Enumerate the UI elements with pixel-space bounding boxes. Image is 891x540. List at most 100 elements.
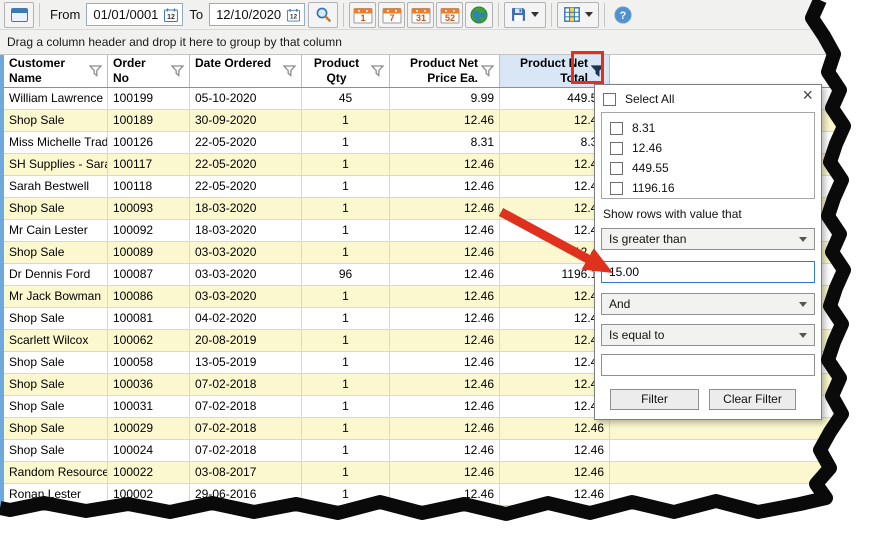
cell-date-ordered: 03-03-2020 (190, 264, 302, 285)
cell-product-qty: 1 (302, 484, 390, 505)
cell-customer-name: Shop Sale (4, 418, 108, 439)
filter-button[interactable]: Filter (610, 389, 699, 410)
condition1-dropdown[interactable]: Is greater than (601, 228, 815, 250)
table-row[interactable]: Ronan Lester10000229-06-2016112.4612.46 (4, 484, 860, 506)
save-button[interactable] (504, 2, 546, 28)
cell-date-ordered: 03-08-2017 (190, 462, 302, 483)
cell-product-net-price: 12.46 (390, 352, 500, 373)
condition2-dropdown[interactable]: Is equal to (601, 324, 815, 346)
column-header-order-no[interactable]: OrderNo (108, 55, 190, 87)
cell-customer-name: Miss Michelle Trade (4, 132, 108, 153)
cell-product-qty: 1 (302, 308, 390, 329)
cell-product-qty: 1 (302, 330, 390, 351)
column-header-product-qty[interactable]: ProductQty (302, 55, 390, 87)
cell-date-ordered: 22-05-2020 (190, 154, 302, 175)
filter-value-option: 1196.16 (602, 178, 814, 198)
cell-order-no: 100024 (108, 440, 190, 461)
cell-order-no: 100086 (108, 286, 190, 307)
cell-product-net-price: 12.46 (390, 374, 500, 395)
close-icon[interactable]: × (802, 86, 813, 104)
cell-product-qty: 1 (302, 132, 390, 153)
filter-funnel-icon[interactable] (371, 65, 384, 77)
value-label: 8.31 (632, 121, 655, 135)
to-date-value: 12/10/2020 (216, 7, 281, 22)
cell-order-no: 100189 (108, 110, 190, 131)
cell-product-net-total (500, 506, 610, 527)
period-month-button[interactable]: 31 (407, 2, 434, 28)
grid-dropdown-arrow-icon[interactable] (585, 12, 593, 17)
cell-product-qty: 1 (302, 352, 390, 373)
period-week-button[interactable]: 7 (378, 2, 405, 28)
cell-product-qty: 1 (302, 286, 390, 307)
search-button[interactable] (308, 2, 338, 28)
cell-date-ordered: 22-05-2020 (190, 176, 302, 197)
filter-funnel-icon[interactable] (89, 65, 102, 77)
group-by-bar[interactable]: Drag a column header and drop it here to… (0, 30, 891, 55)
logic-dropdown[interactable]: And (601, 293, 815, 315)
calendar-day-icon: 1 (353, 5, 373, 24)
value-label: 12.46 (632, 141, 662, 155)
column-header-date-ordered[interactable]: Date Ordered (190, 55, 302, 87)
period-year-button[interactable]: 52 (436, 2, 463, 28)
column-header-product-net-total[interactable]: Product NetTotal (500, 55, 610, 87)
cell-customer-name: Shop Sale (4, 352, 108, 373)
svg-text:12: 12 (290, 13, 298, 20)
from-date-value: 01/01/0001 (93, 7, 158, 22)
cell-order-no: 100092 (108, 220, 190, 241)
cell-order-no: 100087 (108, 264, 190, 285)
cell-customer-name: Dr Dennis Ford (4, 264, 108, 285)
cell-product-net-total: 12.46 (500, 418, 610, 439)
column-filter-popup: Select All × 8.3112.46449.551196.16 Show… (594, 84, 822, 420)
row-filler (610, 506, 860, 527)
filter-value2-input[interactable] (601, 354, 815, 376)
globe-icon (470, 6, 488, 24)
cell-order-no: 100029 (108, 418, 190, 439)
cell-date-ordered: 04-02-2020 (190, 308, 302, 329)
value-label: 1196.16 (632, 181, 675, 195)
save-dropdown-arrow-icon[interactable] (531, 12, 539, 17)
cell-product-net-price: 12.46 (390, 264, 500, 285)
toolbar-separator (604, 3, 605, 27)
cell-date-ordered: 20-08-2019 (190, 330, 302, 351)
cell-product-net-price: 12.46 (390, 418, 500, 439)
calendar-week-icon: 7 (382, 5, 402, 24)
value-checkbox[interactable] (610, 162, 623, 175)
help-button[interactable]: ? (610, 2, 636, 28)
value-checkbox[interactable] (610, 182, 623, 195)
column-header-product-net-price[interactable]: Product NetPrice Ea. (390, 55, 500, 87)
cell-date-ordered: 30-09-2020 (190, 110, 302, 131)
table-row[interactable]: Random Resources10002203-08-2017112.4612… (4, 462, 860, 484)
table-row[interactable] (4, 506, 860, 528)
cell-date-ordered: 13-05-2019 (190, 352, 302, 373)
column-header-customer-name[interactable]: CustomerName (4, 55, 108, 87)
toolbar-separator (498, 3, 499, 27)
table-row[interactable]: Shop Sale10002907-02-2018112.4612.46 (4, 418, 860, 440)
filter-funnel-icon[interactable] (171, 65, 184, 77)
calendar-picker-icon[interactable]: 12 (163, 7, 179, 23)
filter-value-option: 12.46 (602, 138, 814, 158)
select-all-checkbox[interactable] (603, 93, 616, 106)
clear-filter-button[interactable]: Clear Filter (709, 389, 796, 410)
filter-funnel-icon[interactable] (481, 65, 494, 77)
cell-product-qty: 1 (302, 242, 390, 263)
cell-customer-name: Shop Sale (4, 308, 108, 329)
cell-product-net-price: 12.46 (390, 242, 500, 263)
value-checkbox[interactable] (610, 122, 623, 135)
cell-product-qty: 1 (302, 220, 390, 241)
to-date-field[interactable]: 12/10/2020 12 (209, 3, 305, 26)
globe-button[interactable] (465, 2, 493, 28)
period-day-button[interactable]: 1 (349, 2, 376, 28)
filter-funnel-icon[interactable] (283, 65, 296, 77)
value-checkbox[interactable] (610, 142, 623, 155)
cell-product-net-price: 12.46 (390, 308, 500, 329)
cell-customer-name: Shop Sale (4, 440, 108, 461)
cell-customer-name: Mr Jack Bowman (4, 286, 108, 307)
table-row[interactable]: Shop Sale10002407-02-2018112.4612.46 (4, 440, 860, 462)
filter-funnel-icon[interactable] (591, 65, 604, 77)
from-date-field[interactable]: 01/01/0001 12 (86, 3, 183, 26)
window-button[interactable] (4, 2, 34, 28)
grid-columns-button[interactable] (557, 2, 599, 28)
filter-value-option: 449.55 (602, 158, 814, 178)
calendar-picker-icon[interactable]: 12 (286, 7, 301, 23)
filter-value1-input[interactable] (601, 261, 815, 283)
